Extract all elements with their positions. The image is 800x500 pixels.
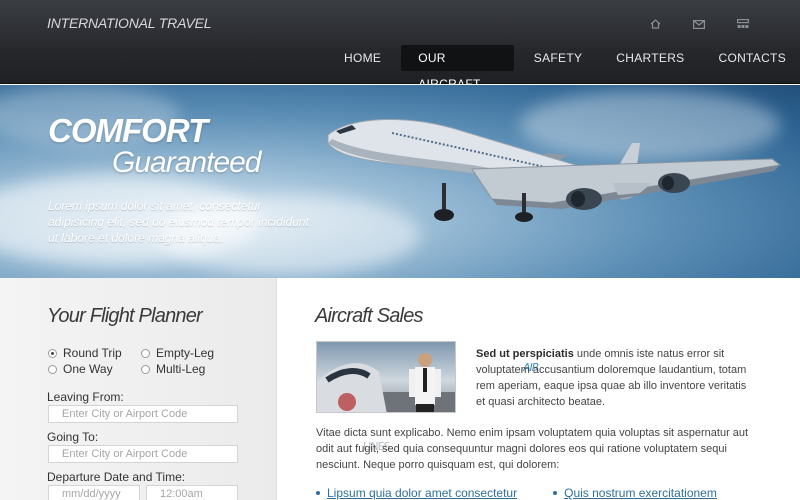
radio-multi-leg[interactable]: Multi-Leg xyxy=(141,362,205,376)
radio-unselected-icon xyxy=(141,364,150,374)
nav-charters[interactable]: CHARTERS xyxy=(602,45,698,71)
radio-label: One Way xyxy=(63,362,113,376)
nav-our-aircraft[interactable]: OUR AIRCRAFT xyxy=(401,45,514,91)
going-to-input[interactable] xyxy=(48,445,238,463)
bullet-icon xyxy=(316,491,320,495)
sales-body-paragraph: Vitae dicta sunt explicabo. Nemo enim ip… xyxy=(316,427,749,471)
banner-title: COMFORT xyxy=(48,112,208,149)
sitemap-icon[interactable] xyxy=(732,18,754,32)
radio-unselected-icon xyxy=(141,348,150,358)
logo-subtitle: INTERNATIONAL TRAVEL xyxy=(47,15,212,31)
home-icon[interactable] xyxy=(644,18,666,32)
airplane-illustration xyxy=(327,119,782,222)
leaving-from-input[interactable] xyxy=(48,405,238,423)
aircraft-sales-title: Aircraft Sales xyxy=(315,305,424,327)
mail-icon[interactable] xyxy=(688,18,710,32)
flight-planner-title: Your Flight Planner xyxy=(47,305,203,327)
going-to-label: Going To: xyxy=(47,430,99,444)
sales-intro-bold: Sed ut perspiciatis xyxy=(476,348,574,360)
nav-home[interactable]: HOME xyxy=(330,45,395,71)
nav-safety[interactable]: SAFETY xyxy=(520,45,596,71)
departure-time-input[interactable] xyxy=(146,485,238,500)
link-lipsum[interactable]: Lipsum quia dolor amet consectetur xyxy=(316,486,517,500)
radio-label: Empty-Leg xyxy=(156,346,215,360)
radio-label: Round Trip xyxy=(63,346,122,360)
link-text: Quis nostrum exercitationem xyxy=(564,486,717,500)
departure-date-input[interactable] xyxy=(48,485,140,500)
site-header: AIR LINES INTERNATIONAL TRAVEL HOME OUR A… xyxy=(0,0,800,453)
radio-selected-icon xyxy=(48,348,57,358)
sales-intro-paragraph: Sed ut perspiciatis unde omnis iste natu… xyxy=(476,346,756,410)
link-quis-nostrum[interactable]: Quis nostrum exercitationem xyxy=(553,486,717,500)
radio-one-way[interactable]: One Way xyxy=(48,362,113,376)
link-text: Lipsum quia dolor amet consectetur xyxy=(327,486,518,500)
banner-subtitle: Guaranteed xyxy=(112,146,261,179)
leaving-from-label: Leaving From: xyxy=(47,390,124,404)
banner-text: Lorem ipsum dolor sit amet, consectetur … xyxy=(48,199,309,245)
radio-unselected-icon xyxy=(48,364,57,374)
radio-empty-leg[interactable]: Empty-Leg xyxy=(141,346,214,360)
header-icon-bar xyxy=(644,18,754,32)
bullet-icon xyxy=(553,491,558,495)
radio-label: Multi-Leg xyxy=(156,362,206,376)
departure-date-label: Departure Date and Time: xyxy=(47,470,186,484)
nav-contacts[interactable]: CONTACTS xyxy=(704,45,800,71)
sales-links: Lipsum quia dolor amet consectetur Quis … xyxy=(316,486,717,500)
pilot-photo xyxy=(316,341,456,413)
main-nav: HOME OUR AIRCRAFT SAFETY CHARTERS CONTAC… xyxy=(330,45,800,91)
radio-round-trip[interactable]: Round Trip xyxy=(48,346,122,360)
site-logo[interactable]: AIR LINES INTERNATIONAL TRAVEL xyxy=(47,14,539,453)
